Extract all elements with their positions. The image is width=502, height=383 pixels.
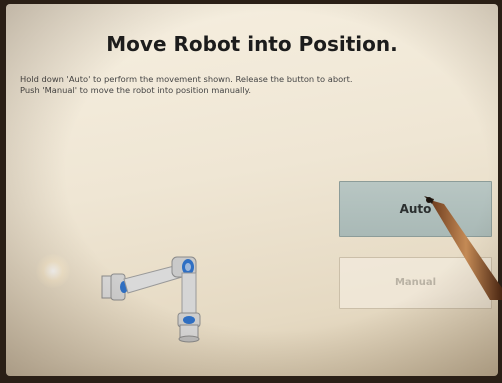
- instructions-text: Hold down 'Auto' to perform the movement…: [20, 74, 490, 96]
- robot-arm-icon: [101, 256, 201, 343]
- stylus-pen-icon: [424, 196, 502, 300]
- screen-glare: [36, 254, 70, 288]
- instruction-line-auto: Hold down 'Auto' to perform the movement…: [20, 74, 353, 84]
- instruction-line-manual: Push 'Manual' to move the robot into pos…: [20, 85, 252, 95]
- dialog-title: Move Robot into Position.: [106, 32, 398, 56]
